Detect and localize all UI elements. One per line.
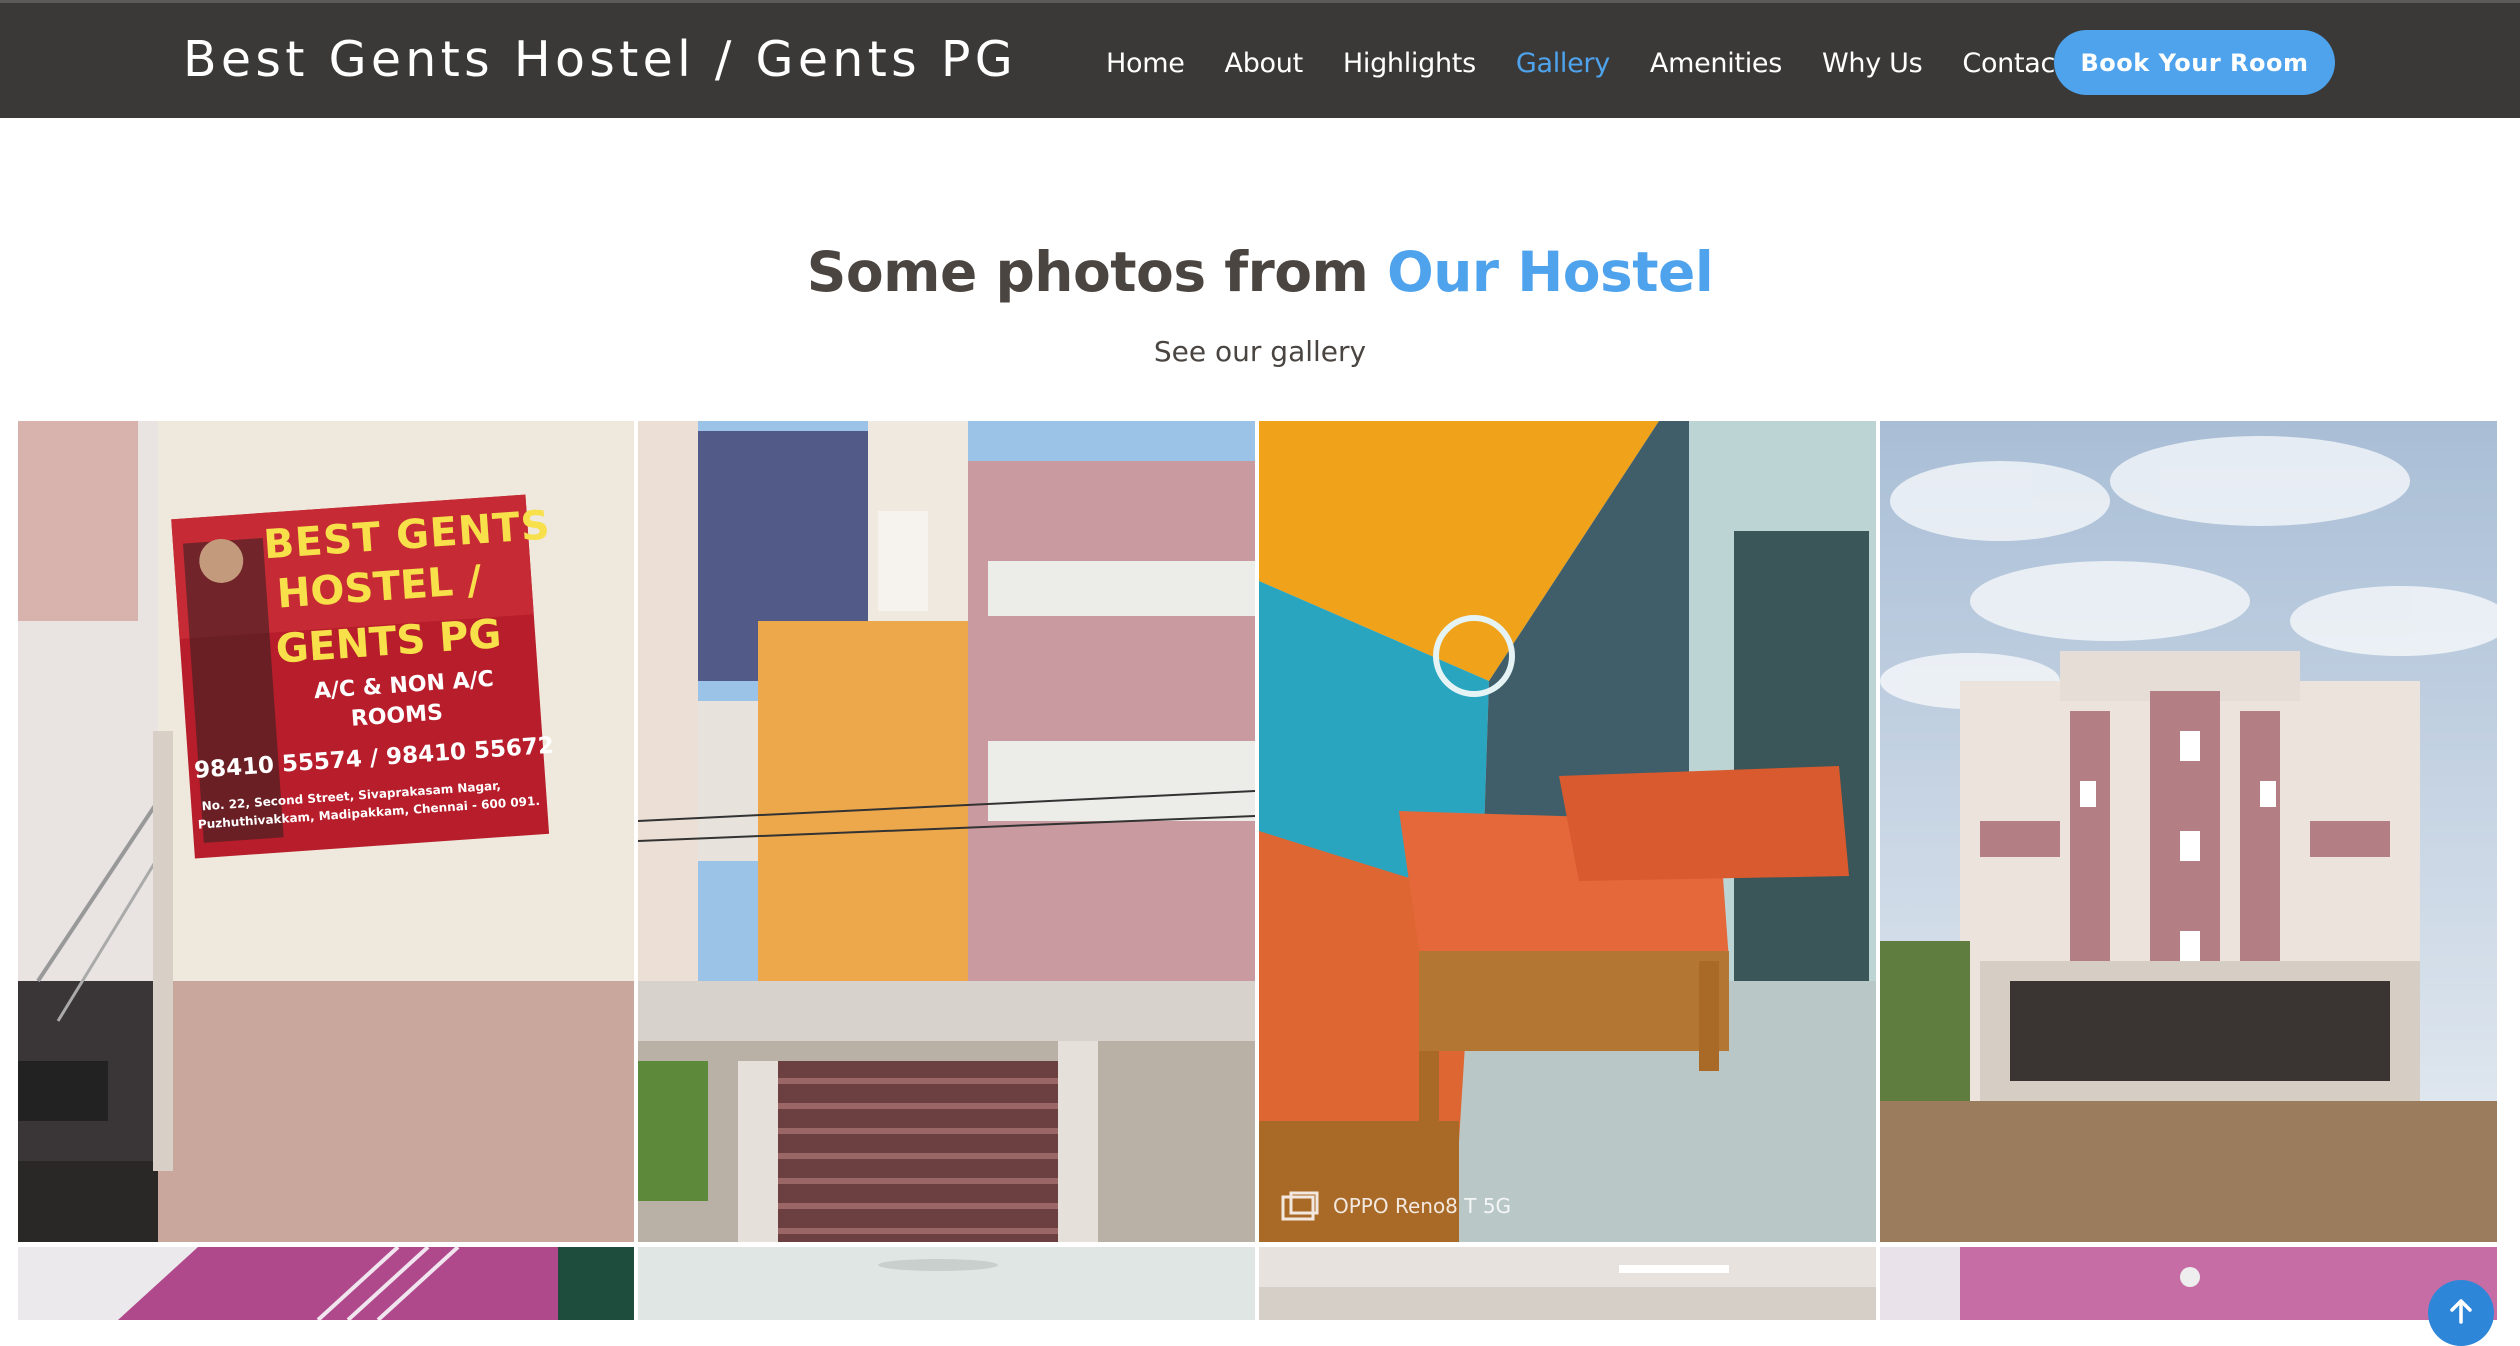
sign-line-4: A/C & NON A/C [313, 666, 495, 705]
brand-logo-text[interactable]: Best Gents Hostel / Gents PG [183, 31, 1017, 88]
gallery-photo-bedroom[interactable]: OPPO Reno8 T 5G [1259, 421, 1876, 1242]
nav-about[interactable]: About [1225, 48, 1304, 79]
sign-line-1: BEST GENTS [262, 502, 553, 569]
title-prefix: Some photos from [806, 240, 1369, 304]
nav-contact[interactable]: Contact [1962, 48, 2065, 79]
section-subtitle: See our gallery [1153, 335, 1367, 368]
gallery-photo-building-front[interactable] [638, 421, 1255, 1242]
site-header: Best Gents Hostel / Gents PG Home About … [0, 0, 2520, 118]
gallery-photo-building-exterior[interactable] [1880, 421, 2497, 1242]
arrow-up-icon [2450, 1299, 2472, 1324]
nav-highlights[interactable]: Highlights [1343, 48, 1476, 79]
camera-watermark-icon [1281, 1191, 1319, 1221]
nav-home[interactable]: Home [1106, 48, 1185, 79]
sign-phones: 98410 55574 / 98410 55672 [193, 732, 555, 784]
photo-watermark: OPPO Reno8 T 5G [1281, 1191, 1511, 1221]
gallery-photo-signboard[interactable]: BEST GENTS HOSTEL / GENTS PG A/C & NON A… [18, 421, 634, 1242]
title-accent: Our Hostel [1387, 240, 1714, 304]
nav-amenities[interactable]: Amenities [1650, 48, 1782, 79]
main-nav: Home About Highlights Gallery Amenities … [1106, 43, 2066, 83]
book-your-room-button[interactable]: Book Your Room [2054, 30, 2335, 95]
sign-line-3: GENTS PG [274, 611, 503, 673]
gallery-photo-pink-wall[interactable] [1880, 1247, 2497, 1320]
watermark-text: OPPO Reno8 T 5G [1333, 1194, 1512, 1218]
gallery-photo-room-light[interactable] [1259, 1247, 1876, 1320]
nav-why-us[interactable]: Why Us [1822, 48, 1923, 79]
scroll-to-top-button[interactable] [2428, 1280, 2494, 1346]
sign-line-2: HOSTEL / [275, 557, 484, 618]
section-title: Some photos from Our Hostel [0, 240, 2520, 304]
signboard-text: BEST GENTS HOSTEL / GENTS PG A/C & NON A… [172, 494, 554, 858]
sign-line-5: ROOMS [350, 700, 444, 732]
gallery-photo-ceiling-fan[interactable] [638, 1247, 1255, 1320]
nav-gallery[interactable]: Gallery [1516, 48, 1610, 79]
gallery-photo-purple-room[interactable] [18, 1247, 634, 1320]
